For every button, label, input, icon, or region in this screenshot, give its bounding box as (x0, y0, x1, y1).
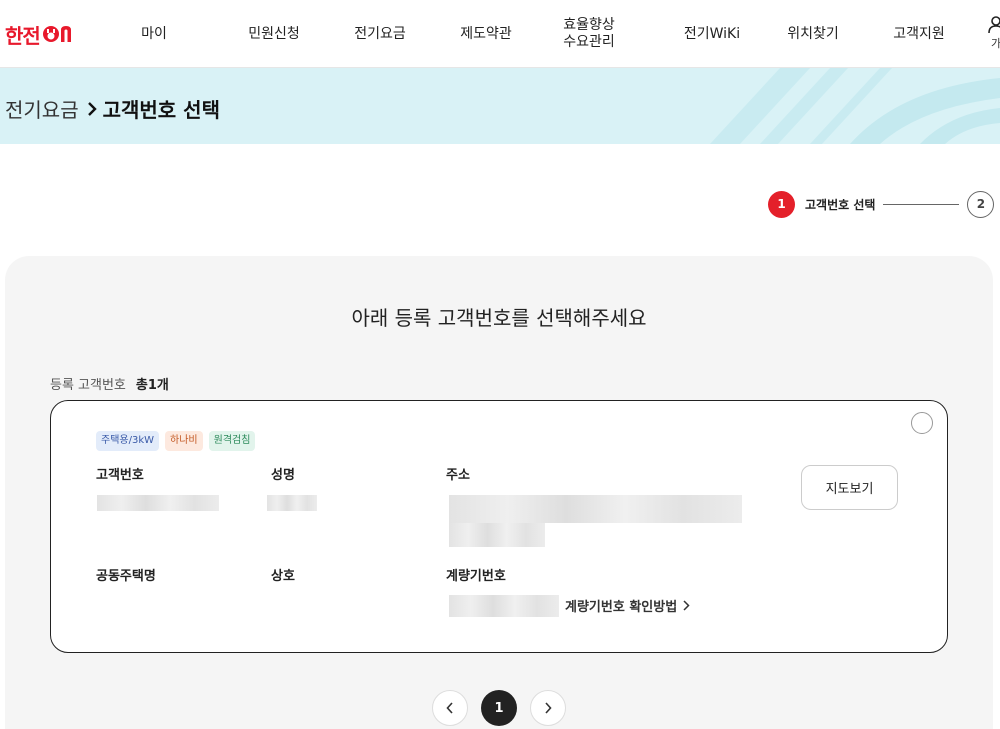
tag-usage-type: 주택용/3kW (96, 431, 160, 451)
prev-page-button[interactable] (432, 690, 468, 726)
user-label: 가 (990, 37, 1000, 50)
pagination: 1 (432, 690, 566, 726)
user-menu-button[interactable]: 가 (984, 16, 1000, 56)
name-value-masked (267, 495, 317, 511)
breadcrumb-current: 고객번호 선택 (102, 98, 220, 122)
step-1-circle: 1 (768, 190, 795, 218)
business-label: 상호 (271, 569, 295, 584)
nav-item-wiki[interactable]: 전기WiKi (674, 0, 750, 68)
customer-select-panel: 아래 등록 고객번호를 선택해주세요 등록 고객번호 총1개 주택용/3kW 하… (5, 256, 993, 729)
banner-decoration (710, 68, 1000, 144)
nav-item-electric-bill[interactable]: 전기요금 (344, 0, 416, 68)
customer-no-value-masked (97, 495, 219, 511)
customer-card[interactable]: 주택용/3kW 하나비 원격검침 고객번호 성명 주소 지도보기 공동주택명 상… (50, 400, 948, 653)
chevron-right-icon (683, 600, 690, 611)
nav-item-support[interactable]: 고객지원 (883, 0, 955, 68)
nav-item-my[interactable]: 마이 (124, 0, 184, 68)
meter-no-label: 계량기번호 (446, 569, 506, 584)
chevron-left-icon (446, 702, 453, 714)
site-header: 한전 마이 민원신청 전기요금 제도약관 효율향상 수요관리 전기WiKi 위치… (0, 0, 1000, 68)
step-2-circle: 2 (967, 190, 995, 218)
nav-item-policy[interactable]: 제도약관 (450, 0, 522, 68)
count-label: 등록 고객번호 (50, 378, 126, 393)
customer-no-label: 고객번호 (96, 468, 144, 483)
tag-remote-reading: 원격검침 (208, 431, 256, 451)
tag-hanabi: 하나비 (165, 431, 203, 451)
progress-stepper: 1 고객번호 선택 2 (768, 190, 995, 218)
breadcrumb-parent[interactable]: 전기요금 (5, 94, 79, 123)
apartment-label: 공동주택명 (96, 569, 156, 584)
nav-item-location[interactable]: 위치찾기 (777, 0, 849, 68)
breadcrumb: 전기요금 고객번호 선택 (5, 94, 220, 123)
main-nav: 마이 민원신청 전기요금 제도약관 효율향상 수요관리 전기WiKi 위치찾기 … (0, 0, 1000, 68)
chevron-right-icon (545, 702, 552, 714)
customer-select-radio[interactable] (911, 412, 933, 434)
step-1-label: 고객번호 선택 (805, 197, 876, 212)
next-page-button[interactable] (530, 690, 566, 726)
step-connector (883, 203, 960, 205)
registered-count: 등록 고객번호 총1개 (50, 374, 169, 393)
user-icon (988, 16, 1000, 34)
meter-help-link-label: 계량기번호 확인방법 (565, 600, 678, 615)
address-value-masked-line2 (449, 523, 545, 547)
count-value: 총1개 (135, 378, 169, 393)
customer-tags: 주택용/3kW 하나비 원격검침 (96, 431, 256, 451)
name-label: 성명 (271, 468, 295, 483)
nav-item-efficiency[interactable]: 효율향상 수요관리 (553, 0, 625, 68)
address-label: 주소 (446, 468, 470, 483)
meter-no-value-masked (449, 595, 559, 617)
meter-help-link[interactable]: 계량기번호 확인방법 (565, 596, 690, 615)
map-view-button[interactable]: 지도보기 (801, 465, 898, 510)
page-title: 아래 등록 고객번호를 선택해주세요 (351, 306, 647, 330)
page-number-current[interactable]: 1 (481, 690, 517, 726)
page-banner: 전기요금 고객번호 선택 (0, 68, 1000, 144)
nav-item-complaint[interactable]: 민원신청 (238, 0, 310, 68)
address-value-masked (449, 495, 742, 523)
chevron-right-icon (87, 101, 97, 117)
